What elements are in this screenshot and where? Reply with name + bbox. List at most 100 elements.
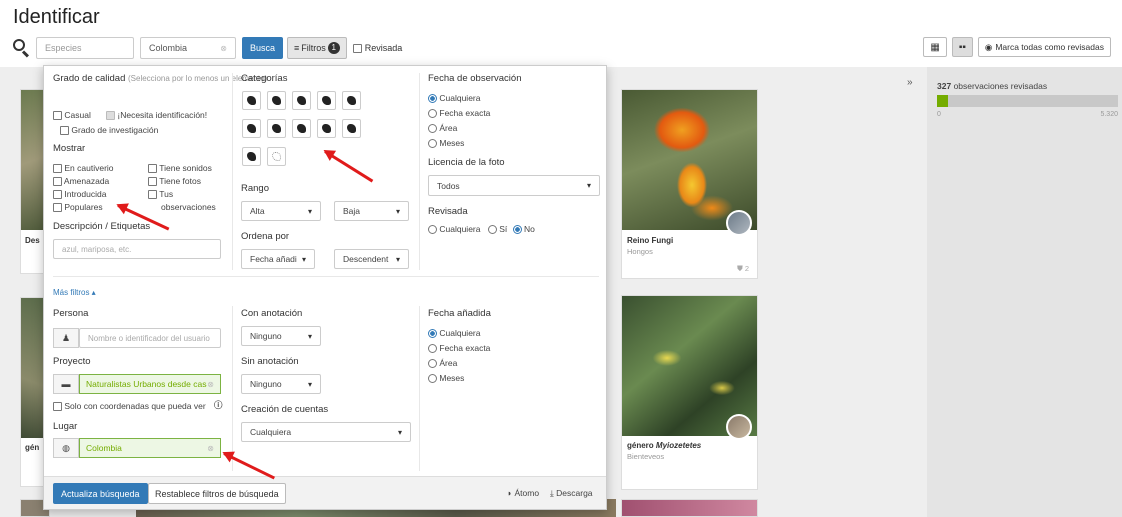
observation-card[interactable]: Reino Fungi Hongos ⛊ 2 [621, 89, 758, 279]
tiles-view-button[interactable]: ▪▪ [951, 37, 973, 57]
obs-date-any-radio[interactable] [428, 94, 437, 104]
date-added-any-option[interactable]: Cualquiera [428, 328, 481, 339]
has-photos-option[interactable]: Tiene fotos [148, 176, 201, 187]
obs-date-range-option[interactable]: Área [428, 123, 458, 134]
introduced-option[interactable]: Introducida [53, 189, 107, 200]
project-input[interactable]: Naturalistas Urbanos desde casa ⊗ [79, 374, 221, 394]
date-added-exact-radio[interactable] [428, 344, 437, 354]
research-option[interactable]: Grado de investigación [60, 125, 158, 136]
needs-id-option[interactable]: ¡Necesita identificación! [106, 110, 208, 121]
protozoa-icon[interactable] [242, 147, 261, 166]
atom-link[interactable]: ◗ Átomo [507, 488, 539, 498]
your-obs-option[interactable]: Tus [148, 189, 173, 200]
introduced-label: Introducida [64, 189, 107, 199]
desc-input[interactable]: azul, mariposa, etc. [53, 239, 221, 259]
casual-checkbox[interactable] [53, 111, 62, 121]
order-dir-select[interactable]: Descendent ▾ [334, 249, 409, 269]
your-obs-checkbox[interactable] [148, 190, 157, 200]
coords-option[interactable]: Solo con coordenadas que pueda ver [53, 401, 206, 412]
popular-option[interactable]: Populares [53, 202, 103, 213]
obs-date-any-option[interactable]: Cualquiera [428, 93, 481, 104]
clear-icon[interactable]: ⊗ [207, 444, 214, 453]
place-input[interactable]: Colombia ⊗ [140, 37, 236, 59]
review-progress-fill [937, 95, 949, 107]
threatened-checkbox[interactable] [53, 177, 62, 187]
has-sounds-checkbox[interactable] [148, 164, 157, 174]
captive-checkbox[interactable] [53, 164, 62, 174]
obs-date-range-label: Área [439, 123, 458, 133]
chevron-down-icon: ▾ [307, 206, 312, 216]
popular-checkbox[interactable] [53, 203, 62, 213]
more-filters-link[interactable]: Más filtros ▴ [53, 288, 96, 297]
rank-low-select[interactable]: Baja ▾ [334, 201, 409, 221]
download-link[interactable]: ⤓ Descarga [550, 488, 593, 499]
date-added-range-option[interactable]: Área [428, 358, 457, 369]
reviewed-checkbox[interactable] [352, 43, 362, 53]
mark-all-reviewed-button[interactable]: ◉ Marca todas como revisadas [977, 37, 1111, 57]
grid-view-button[interactable]: ▦ [923, 37, 947, 57]
arachnids-icon[interactable] [267, 119, 286, 138]
reviewed-no-radio[interactable] [512, 225, 522, 235]
grid-icon: ▦ [930, 41, 940, 53]
needs-id-checkbox[interactable] [106, 111, 115, 121]
captive-option[interactable]: En cautiverio [53, 163, 114, 174]
obs-date-exact-radio[interactable] [428, 109, 437, 119]
collapse-panel-icon[interactable]: » [907, 77, 913, 88]
coords-label: Solo con coordenadas que pueda ver [64, 401, 206, 411]
reviewed-yes-radio[interactable] [487, 225, 497, 235]
date-added-months-option[interactable]: Meses [428, 373, 464, 384]
obs-date-months-radio[interactable] [428, 139, 437, 149]
search-button[interactable]: Busca [242, 37, 284, 59]
observation-photo [622, 90, 757, 230]
person-input[interactable]: Nombre o identificador del usuario [79, 328, 221, 348]
date-added-months-radio[interactable] [428, 374, 437, 384]
insects-icon[interactable] [292, 119, 311, 138]
casual-option[interactable]: Casual [53, 110, 91, 121]
fish-icon[interactable] [342, 91, 361, 110]
fungi-icon[interactable] [342, 119, 361, 138]
search-toolbar: Especies Colombia ⊗ Busca ≡ Filtros 1 Rev… [11, 37, 402, 59]
observer-avatar[interactable] [726, 414, 752, 440]
reset-filters-button[interactable]: Restablece filtros de búsqueda [148, 483, 286, 504]
card-title: género Myiozetetes [627, 441, 701, 450]
rank-high-select[interactable]: Alta ▾ [241, 201, 321, 221]
obs-date-exact-option[interactable]: Fecha exacta [428, 108, 490, 119]
unknown-icon[interactable] [267, 147, 286, 166]
date-added-heading: Fecha añadida [428, 308, 491, 319]
has-sounds-option[interactable]: Tiene sonidos [148, 163, 212, 174]
mammals-icon[interactable] [317, 91, 336, 110]
info-icon[interactable]: ⓘ [214, 399, 223, 411]
obs-date-months-option[interactable]: Meses [428, 138, 464, 149]
update-search-button[interactable]: Actualiza búsqueda [53, 483, 148, 504]
plants-icon[interactable] [317, 119, 336, 138]
place-filter-input[interactable]: Colombia ⊗ [79, 438, 221, 458]
with-annotation-select[interactable]: Ninguno ▾ [241, 326, 321, 346]
date-added-exact-option[interactable]: Fecha exacta [428, 343, 490, 354]
obs-date-range-radio[interactable] [428, 124, 437, 134]
clear-icon[interactable]: ⊗ [207, 380, 214, 389]
has-photos-checkbox[interactable] [148, 177, 157, 187]
species-input[interactable]: Especies [36, 37, 134, 59]
account-creation-select[interactable]: Cualquiera ▾ [241, 422, 411, 442]
clear-icon[interactable]: ⊗ [220, 44, 227, 53]
filters-button[interactable]: ≡ Filtros 1 [287, 37, 347, 59]
mollusks-icon[interactable] [242, 119, 261, 138]
needs-id-label: ¡Necesita identificación! [117, 110, 208, 120]
research-checkbox[interactable] [60, 126, 69, 136]
introduced-checkbox[interactable] [53, 190, 62, 200]
date-added-range-radio[interactable] [428, 359, 437, 369]
observation-card[interactable] [621, 499, 758, 517]
date-added-any-radio[interactable] [428, 329, 437, 339]
reviewed-any-radio[interactable] [428, 225, 437, 235]
amphibians-icon[interactable] [267, 91, 286, 110]
threatened-option[interactable]: Amenazada [53, 176, 109, 187]
observation-card[interactable]: género Myiozetetes Bienteveos [621, 295, 758, 490]
coords-checkbox[interactable] [53, 402, 62, 412]
birds-icon[interactable] [242, 91, 261, 110]
observer-avatar[interactable] [726, 210, 752, 236]
license-select[interactable]: Todos ▾ [428, 175, 600, 196]
without-annotation-select[interactable]: Ninguno ▾ [241, 374, 321, 394]
order-by-select[interactable]: Fecha añadi ▾ [241, 249, 315, 269]
reptiles-icon[interactable] [292, 91, 311, 110]
obs-date-any-label: Cualquiera [439, 93, 481, 103]
